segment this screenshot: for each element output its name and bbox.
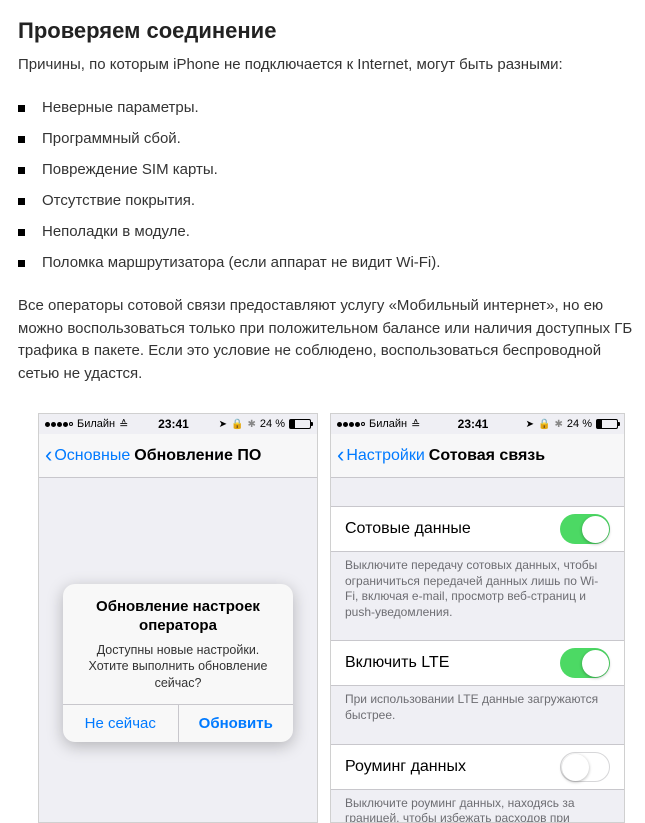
status-bar: Билайн ≙ 23:41 ➤ 🔒 ✱ 24 %	[39, 414, 317, 434]
roaming-row[interactable]: Роуминг данных	[331, 745, 624, 789]
page-heading: Проверяем соединение	[18, 18, 645, 44]
iphone-screenshot-update: Билайн ≙ 23:41 ➤ 🔒 ✱ 24 % ‹ Основные Обн…	[38, 413, 318, 823]
lte-footer: При использовании LTE данные загружаются…	[331, 686, 624, 733]
list-item: Программный сбой.	[18, 130, 645, 147]
list-item: Повреждение SIM карты.	[18, 161, 645, 178]
alarm-icon: 🔒	[538, 419, 550, 430]
location-icon: ➤	[526, 419, 534, 430]
cellular-data-row[interactable]: Сотовые данные	[331, 507, 624, 551]
causes-list: Неверные параметры. Программный сбой. По…	[18, 99, 645, 271]
roaming-section: Роуминг данных	[331, 744, 624, 790]
modal-confirm-button[interactable]: Обновить	[179, 705, 294, 742]
chevron-left-icon: ‹	[45, 444, 52, 466]
list-item: Неверные параметры.	[18, 99, 645, 116]
bluetooth-icon: ✱	[248, 419, 256, 430]
cellular-data-footer: Выключите передачу сотовых данных, чтобы…	[331, 552, 624, 630]
iphone-screenshot-cellular: Билайн ≙ 23:41 ➤ 🔒 ✱ 24 % ‹ Настройки Со…	[330, 413, 625, 823]
lte-switch[interactable]	[560, 648, 610, 678]
lte-section: Включить LTE	[331, 640, 624, 686]
intro-text: Причины, по которым iPhone не подключает…	[18, 54, 645, 75]
clock: 23:41	[158, 417, 189, 431]
roaming-footer: Выключите роуминг данных, находясь за гр…	[331, 790, 624, 823]
battery-percent: 24 %	[567, 418, 592, 430]
list-item: Отсутствие покрытия.	[18, 192, 645, 209]
signal-dots-icon	[45, 422, 73, 427]
carrier-label: Билайн	[369, 418, 407, 430]
battery-icon	[596, 419, 618, 429]
row-label: Включить LTE	[345, 654, 449, 672]
carrier-label: Билайн	[77, 418, 115, 430]
row-label: Сотовые данные	[345, 520, 471, 538]
cellular-data-switch[interactable]	[560, 514, 610, 544]
list-item: Поломка маршрутизатора (если аппарат не …	[18, 254, 645, 271]
nav-title: Сотовая связь	[429, 447, 545, 465]
back-label: Основные	[54, 447, 130, 465]
body-paragraph: Все операторы сотовой связи предоставляю…	[18, 295, 645, 385]
alarm-icon: 🔒	[231, 419, 243, 430]
modal-body: Доступны новые настройки. Хотите выполни…	[63, 642, 293, 705]
screenshots-row: Билайн ≙ 23:41 ➤ 🔒 ✱ 24 % ‹ Основные Обн…	[18, 413, 645, 823]
nav-header: ‹ Настройки Сотовая связь	[331, 434, 624, 478]
modal-title: Обновление настроек оператора	[63, 584, 293, 642]
list-item: Неполадки в модуле.	[18, 223, 645, 240]
battery-icon	[289, 419, 311, 429]
nav-header: ‹ Основные Обновление ПО	[39, 434, 317, 478]
status-bar: Билайн ≙ 23:41 ➤ 🔒 ✱ 24 %	[331, 414, 624, 434]
modal-cancel-button[interactable]: Не сейчас	[63, 705, 179, 742]
wifi-icon: ≙	[119, 418, 128, 431]
wifi-icon: ≙	[411, 418, 420, 431]
nav-title: Обновление ПО	[134, 447, 261, 465]
location-icon: ➤	[219, 419, 227, 430]
lte-row[interactable]: Включить LTE	[331, 641, 624, 685]
back-label: Настройки	[346, 447, 424, 465]
carrier-update-modal: Обновление настроек оператора Доступны н…	[63, 584, 293, 742]
battery-percent: 24 %	[260, 418, 285, 430]
signal-dots-icon	[337, 422, 365, 427]
bluetooth-icon: ✱	[555, 419, 563, 430]
cellular-data-section: Сотовые данные	[331, 506, 624, 552]
back-button[interactable]: ‹ Настройки	[337, 445, 425, 467]
roaming-switch[interactable]	[560, 752, 610, 782]
clock: 23:41	[458, 417, 489, 431]
back-button[interactable]: ‹ Основные	[45, 445, 130, 467]
row-label: Роуминг данных	[345, 758, 466, 776]
chevron-left-icon: ‹	[337, 444, 344, 466]
